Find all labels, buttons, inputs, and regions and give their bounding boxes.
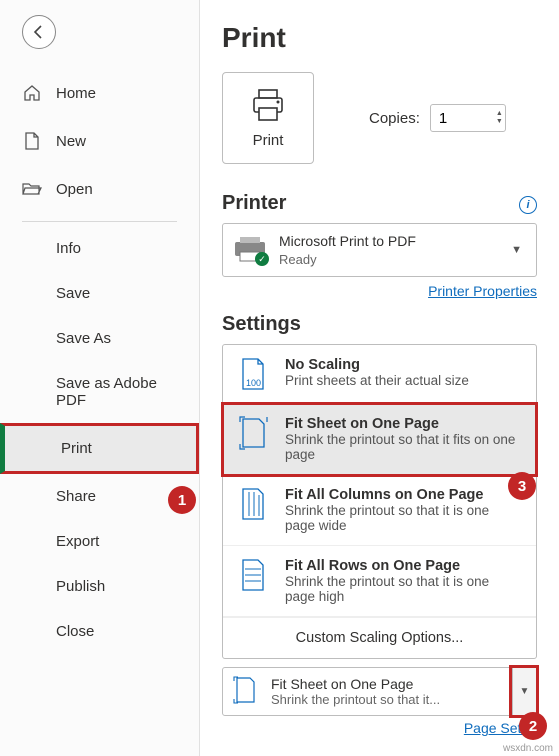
current-scaling-desc: Shrink the printout so that it... [271, 692, 440, 707]
option-no-scaling-title: No Scaling [285, 357, 469, 373]
subnav-export[interactable]: Export [0, 519, 199, 564]
folder-open-icon [22, 179, 42, 199]
nav-open-label: Open [56, 181, 93, 198]
option-no-scaling[interactable]: 100 No Scaling Print sheets at their act… [223, 345, 536, 404]
subnav-publish[interactable]: Publish [0, 564, 199, 609]
back-button[interactable] [22, 15, 56, 49]
fit-columns-icon [237, 487, 269, 521]
copies-spin-up[interactable]: ▲ [496, 110, 503, 118]
print-button-label: Print [253, 132, 284, 149]
home-icon [22, 83, 42, 103]
subnav-saveas[interactable]: Save As [0, 316, 199, 361]
print-button[interactable]: Print [222, 72, 314, 164]
subnav-save-adobe-pdf[interactable]: Save as Adobe PDF [0, 361, 199, 423]
printer-properties-link[interactable]: Printer Properties [428, 283, 537, 299]
option-fit-sheet[interactable]: Fit Sheet on One Page Shrink the printou… [223, 404, 536, 475]
printer-status: Ready [279, 251, 499, 269]
nav-open[interactable]: Open [0, 165, 199, 213]
printer-section-title: Printer [222, 192, 286, 215]
copies-input-wrapper: ▲ ▼ [430, 104, 506, 132]
scaling-dropdown-display[interactable]: Fit Sheet on One Page Shrink the printou… [223, 668, 512, 715]
watermark: wsxdn.com [503, 743, 553, 754]
option-fit-rows-desc: Shrink the printout so that it is one pa… [285, 574, 522, 604]
current-scaling-title: Fit Sheet on One Page [271, 676, 440, 692]
subnav-print[interactable]: Print [0, 423, 199, 474]
option-fit-columns-desc: Shrink the printout so that it is one pa… [285, 503, 522, 533]
scaling-options-list: 100 No Scaling Print sheets at their act… [222, 344, 537, 659]
printer-info-icon[interactable]: i [519, 196, 537, 214]
scaling-dropdown: Fit Sheet on One Page Shrink the printou… [222, 667, 537, 716]
fit-sheet-icon-small [233, 676, 257, 707]
printer-name: Microsoft Print to PDF [279, 232, 499, 251]
nav-new-label: New [56, 133, 86, 150]
status-ok-icon: ✓ [255, 252, 269, 266]
fit-rows-icon [237, 558, 269, 592]
copies-spin-down[interactable]: ▼ [496, 118, 503, 126]
option-fit-rows-title: Fit All Rows on One Page [285, 558, 522, 574]
copies-label: Copies: [369, 110, 420, 127]
callout-1: 1 [168, 486, 196, 514]
page-title: Print [222, 22, 537, 54]
option-fit-columns[interactable]: Fit All Columns on One Page Shrink the p… [223, 475, 536, 546]
settings-section-title: Settings [222, 313, 537, 336]
option-fit-rows[interactable]: Fit All Rows on One Page Shrink the prin… [223, 546, 536, 617]
nav-home[interactable]: Home [0, 69, 199, 117]
option-no-scaling-desc: Print sheets at their actual size [285, 373, 469, 388]
option-fit-columns-title: Fit All Columns on One Page [285, 487, 522, 503]
chevron-down-icon: ▼ [511, 244, 526, 256]
printer-dropdown[interactable]: ✓ Microsoft Print to PDF Ready ▼ [222, 223, 537, 277]
svg-text:100: 100 [246, 378, 261, 388]
printer-icon [248, 88, 288, 122]
sidebar-divider [22, 221, 177, 222]
nav-new[interactable]: New [0, 117, 199, 165]
backstage-sidebar: Home New Open Info Save Save As Save as … [0, 0, 200, 756]
scaling-dropdown-toggle[interactable]: ▼ [512, 668, 536, 715]
option-fit-sheet-desc: Shrink the printout so that it fits on o… [285, 432, 522, 462]
no-scaling-icon: 100 [237, 357, 269, 391]
subnav-close[interactable]: Close [0, 609, 199, 654]
arrow-left-icon [31, 24, 47, 40]
callout-2: 2 [519, 712, 547, 740]
print-panel: Print Print Copies: ▲ ▼ Printer i [200, 0, 559, 756]
chevron-down-icon: ▼ [520, 686, 530, 697]
nav-home-label: Home [56, 85, 96, 102]
custom-scaling-option[interactable]: Custom Scaling Options... [223, 617, 536, 658]
copies-input[interactable] [439, 110, 479, 127]
fit-sheet-icon [237, 416, 269, 450]
subnav-info[interactable]: Info [0, 226, 199, 271]
printer-device-icon: ✓ [233, 236, 267, 264]
document-icon [22, 131, 42, 151]
option-fit-sheet-title: Fit Sheet on One Page [285, 416, 522, 432]
callout-3: 3 [508, 472, 536, 500]
subnav-save[interactable]: Save [0, 271, 199, 316]
